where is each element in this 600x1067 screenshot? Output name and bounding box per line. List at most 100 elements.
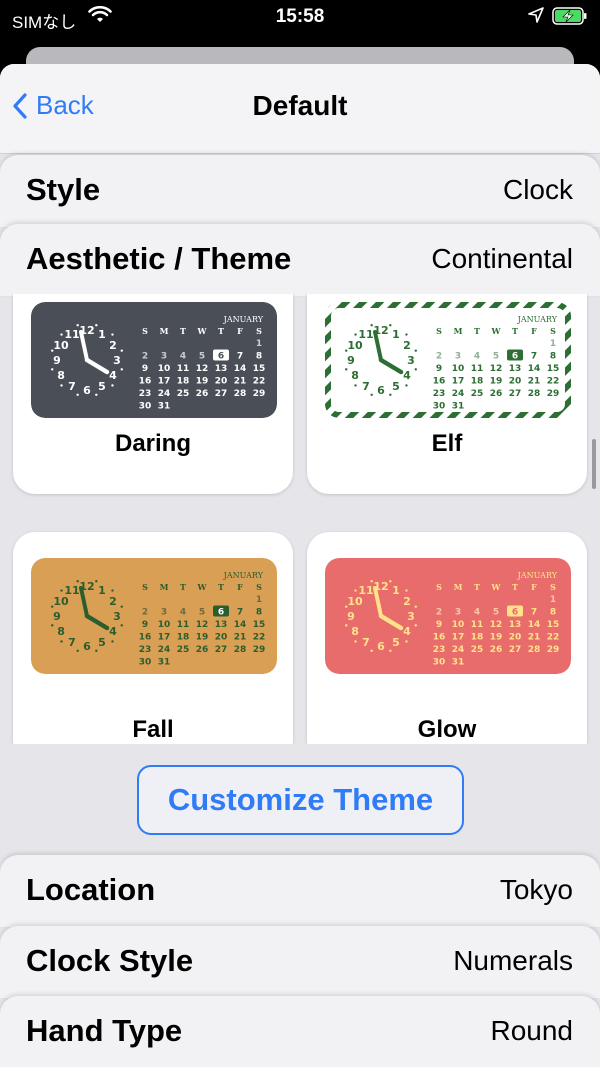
clock-tick: [95, 393, 98, 396]
clock-numeral: 5: [98, 636, 106, 649]
hand-type-row[interactable]: Hand Type Round: [0, 996, 600, 1067]
calendar-day: 29: [547, 389, 560, 399]
calendar-day: 8: [550, 608, 556, 618]
calendar-day: 27: [509, 645, 522, 655]
calendar-day: 23: [139, 389, 152, 399]
calendar-day: 21: [234, 633, 247, 643]
clock-tick: [345, 605, 348, 608]
clock-numeral: 9: [53, 354, 61, 367]
calendar-day: 13: [509, 364, 522, 374]
calendar-day: 24: [158, 645, 171, 655]
clock-tick: [354, 384, 357, 387]
calendar-day: 9: [436, 364, 442, 374]
calendar-day: 10: [452, 364, 465, 374]
clock-tick: [345, 349, 348, 352]
calendar-day: 23: [139, 645, 152, 655]
calendar-day: 1: [256, 339, 262, 349]
calendar-day: 8: [550, 352, 556, 362]
clock-numeral: 8: [351, 625, 359, 638]
calendar-day: 31: [158, 402, 171, 412]
calendar-day: 26: [196, 389, 209, 399]
calendar-day: 9: [142, 620, 148, 630]
calendar-month: JANUARY: [223, 571, 264, 580]
clock-tick: [60, 384, 63, 387]
calendar-weekday: T: [180, 326, 186, 336]
clock-tick: [51, 624, 54, 627]
calendar-day: 14: [234, 364, 247, 374]
calendar-day: 31: [158, 658, 171, 668]
scrollbar[interactable]: [592, 439, 596, 489]
widget-preview: 12 1 2 3 4 5 6 7 8 9 10 11 JANUARY S M T W T F S 1 2 3 4 5 6 7 8 9 10…: [325, 302, 571, 418]
clock-tick: [51, 605, 54, 608]
calendar-weekday: S: [550, 582, 556, 592]
location-value: Tokyo: [499, 874, 573, 905]
clock-tick: [405, 589, 408, 592]
calendar-day: 14: [528, 620, 541, 630]
calendar-weekday: S: [550, 326, 556, 336]
clock-style-value: Numerals: [453, 945, 573, 976]
clock-numeral: 3: [113, 354, 121, 367]
calendar-month: JANUARY: [223, 315, 264, 324]
clock-numeral: 3: [407, 354, 415, 367]
calendar-day: 9: [436, 620, 442, 630]
theme-card-elf[interactable]: 12 1 2 3 4 5 6 7 8 9 10 11 JANUARY S M T W T F S 1 2 3 4 5 6 7 8 9 10…: [307, 294, 587, 494]
clock-tick: [95, 324, 98, 327]
clock-numeral: 1: [98, 584, 106, 597]
calendar-day: 27: [215, 389, 228, 399]
calendar-day: 11: [177, 364, 190, 374]
theme-card-glow[interactable]: 12 1 2 3 4 5 6 7 8 9 10 11 JANUARY S M T W T F S 1 2 3 4 5 6 7 8 9 10…: [307, 532, 587, 744]
clock-style-row[interactable]: Clock Style Numerals: [0, 926, 600, 998]
calendar-day: 6: [512, 352, 518, 362]
calendar-day: 17: [158, 377, 171, 387]
calendar-weekday: W: [197, 582, 208, 592]
calendar-day: 1: [550, 339, 556, 349]
calendar-day: 20: [215, 633, 228, 643]
clock-numeral: 8: [57, 625, 65, 638]
clock-numeral: 3: [113, 610, 121, 623]
clock-tick: [389, 649, 392, 652]
calendar-weekday: M: [160, 582, 169, 592]
clock-tick: [95, 580, 98, 583]
clock-numeral: 7: [68, 636, 76, 649]
calendar-day: 5: [199, 352, 205, 362]
calendar-day: 27: [215, 645, 228, 655]
calendar-day: 13: [215, 620, 228, 630]
calendar-day: 28: [234, 645, 247, 655]
theme-card-fall[interactable]: 12 1 2 3 4 5 6 7 8 9 10 11 JANUARY S M T W T F S 1 2 3 4 5 6 7 8 9 10…: [13, 532, 293, 744]
widget-svg: 12 1234567891011JANUARYS M T W T F S12 3 4 5 6 7 89 10…: [325, 302, 571, 418]
calendar-day: 4: [180, 352, 186, 362]
calendar-day: 10: [452, 620, 465, 630]
calendar-day: 7: [237, 352, 243, 362]
style-value: Clock: [502, 174, 573, 205]
calendar-day: 19: [490, 633, 503, 643]
calendar-day: 26: [490, 389, 503, 399]
theme-grid: 12 1 2 3 4 5 6 7 8 9 10 11 JANUARY S M T W T F S 1 2 3 4 5 6 7 8 9 10…: [0, 294, 600, 744]
clock-tick: [111, 589, 114, 592]
calendar-day: 10: [158, 620, 171, 630]
calendar-day: 11: [177, 620, 190, 630]
calendar-weekday: T: [474, 326, 480, 336]
clock-numeral: 4: [403, 625, 411, 638]
theme-row[interactable]: Aesthetic / Theme Continental: [0, 224, 600, 296]
customize-theme-button[interactable]: Customize Theme: [137, 765, 464, 835]
page-title: Default: [252, 90, 348, 121]
style-row[interactable]: Style Clock: [0, 155, 600, 227]
calendar-day: 21: [528, 377, 541, 387]
theme-settings-sheet: Back Default Style Clock Aesthetic / The…: [0, 64, 600, 1067]
location-row[interactable]: Location Tokyo: [0, 855, 600, 927]
clock-numeral: 7: [362, 380, 370, 393]
clock-tick: [76, 393, 79, 396]
calendar-day: 27: [509, 389, 522, 399]
theme-card-daring[interactable]: 12 1 2 3 4 5 6 7 8 9 10 11 JANUARY S M T W T F S 1 2 3 4 5 6 7 8 9 10…: [13, 294, 293, 494]
theme-name: Elf: [431, 430, 463, 457]
calendar-weekday: S: [436, 326, 442, 336]
calendar-day: 12: [196, 620, 209, 630]
calendar-day: 14: [528, 364, 541, 374]
clock-tick: [414, 349, 417, 352]
calendar-weekday: F: [531, 326, 537, 336]
clock-numeral: 11: [64, 584, 79, 597]
calendar-day: 25: [471, 645, 484, 655]
calendar-weekday: T: [180, 582, 186, 592]
clock-tick: [414, 624, 417, 627]
calendar-day: 1: [256, 595, 262, 605]
